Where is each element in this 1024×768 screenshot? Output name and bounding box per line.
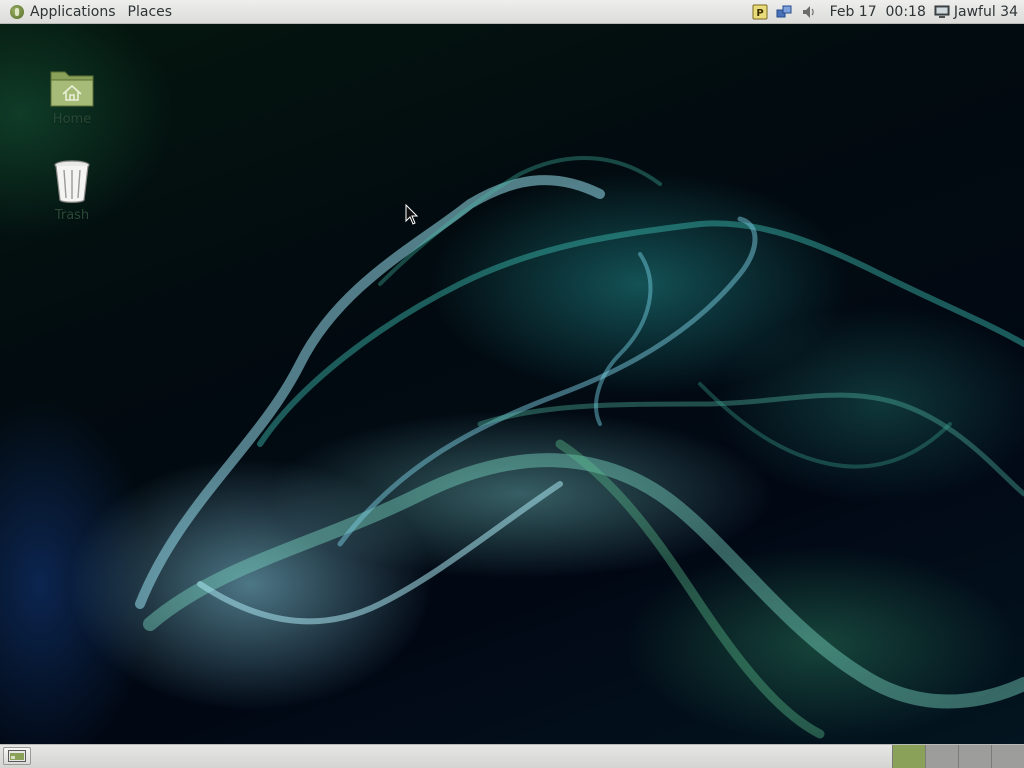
places-menu[interactable]: Places <box>122 0 179 24</box>
clock[interactable]: Feb 17 00:18 <box>830 4 926 20</box>
trash-icon <box>54 160 90 203</box>
svg-text:P: P <box>756 8 763 19</box>
desktop-icon-label: Home <box>52 112 92 127</box>
user-menu[interactable]: Jawful 34 <box>934 4 1018 20</box>
workspace-1[interactable] <box>892 745 925 768</box>
desktop-background: Home Trash <box>0 24 1024 744</box>
home-folder-icon <box>50 71 94 107</box>
bottom-panel <box>0 744 1024 768</box>
mouse-pointer-icon <box>405 204 419 225</box>
workspace-2[interactable] <box>925 745 958 768</box>
user-name: Jawful 34 <box>953 4 1018 20</box>
show-desktop-button[interactable] <box>3 747 31 765</box>
network-icon[interactable] <box>776 4 792 20</box>
desktop-icon-trash[interactable]: Trash <box>32 158 112 223</box>
show-desktop-icon <box>8 750 26 762</box>
workspace-4[interactable] <box>991 745 1024 768</box>
distro-logo-icon <box>10 5 24 19</box>
places-menu-label: Places <box>127 4 173 20</box>
volume-icon[interactable] <box>800 4 816 20</box>
applications-menu[interactable]: Applications <box>4 0 122 24</box>
wallpaper-smoke <box>135 156 1024 739</box>
package-updater-icon[interactable]: P <box>752 4 768 20</box>
computer-icon <box>934 5 950 18</box>
top-panel: Applications Places P Feb 17 00:18 Jawfu… <box>0 0 1024 24</box>
applications-menu-label: Applications <box>30 4 116 20</box>
desktop-icon-label: Trash <box>54 208 90 223</box>
workspace-3[interactable] <box>958 745 991 768</box>
desktop-icon-home[interactable]: Home <box>32 64 112 127</box>
workspace-switcher <box>892 745 1024 768</box>
